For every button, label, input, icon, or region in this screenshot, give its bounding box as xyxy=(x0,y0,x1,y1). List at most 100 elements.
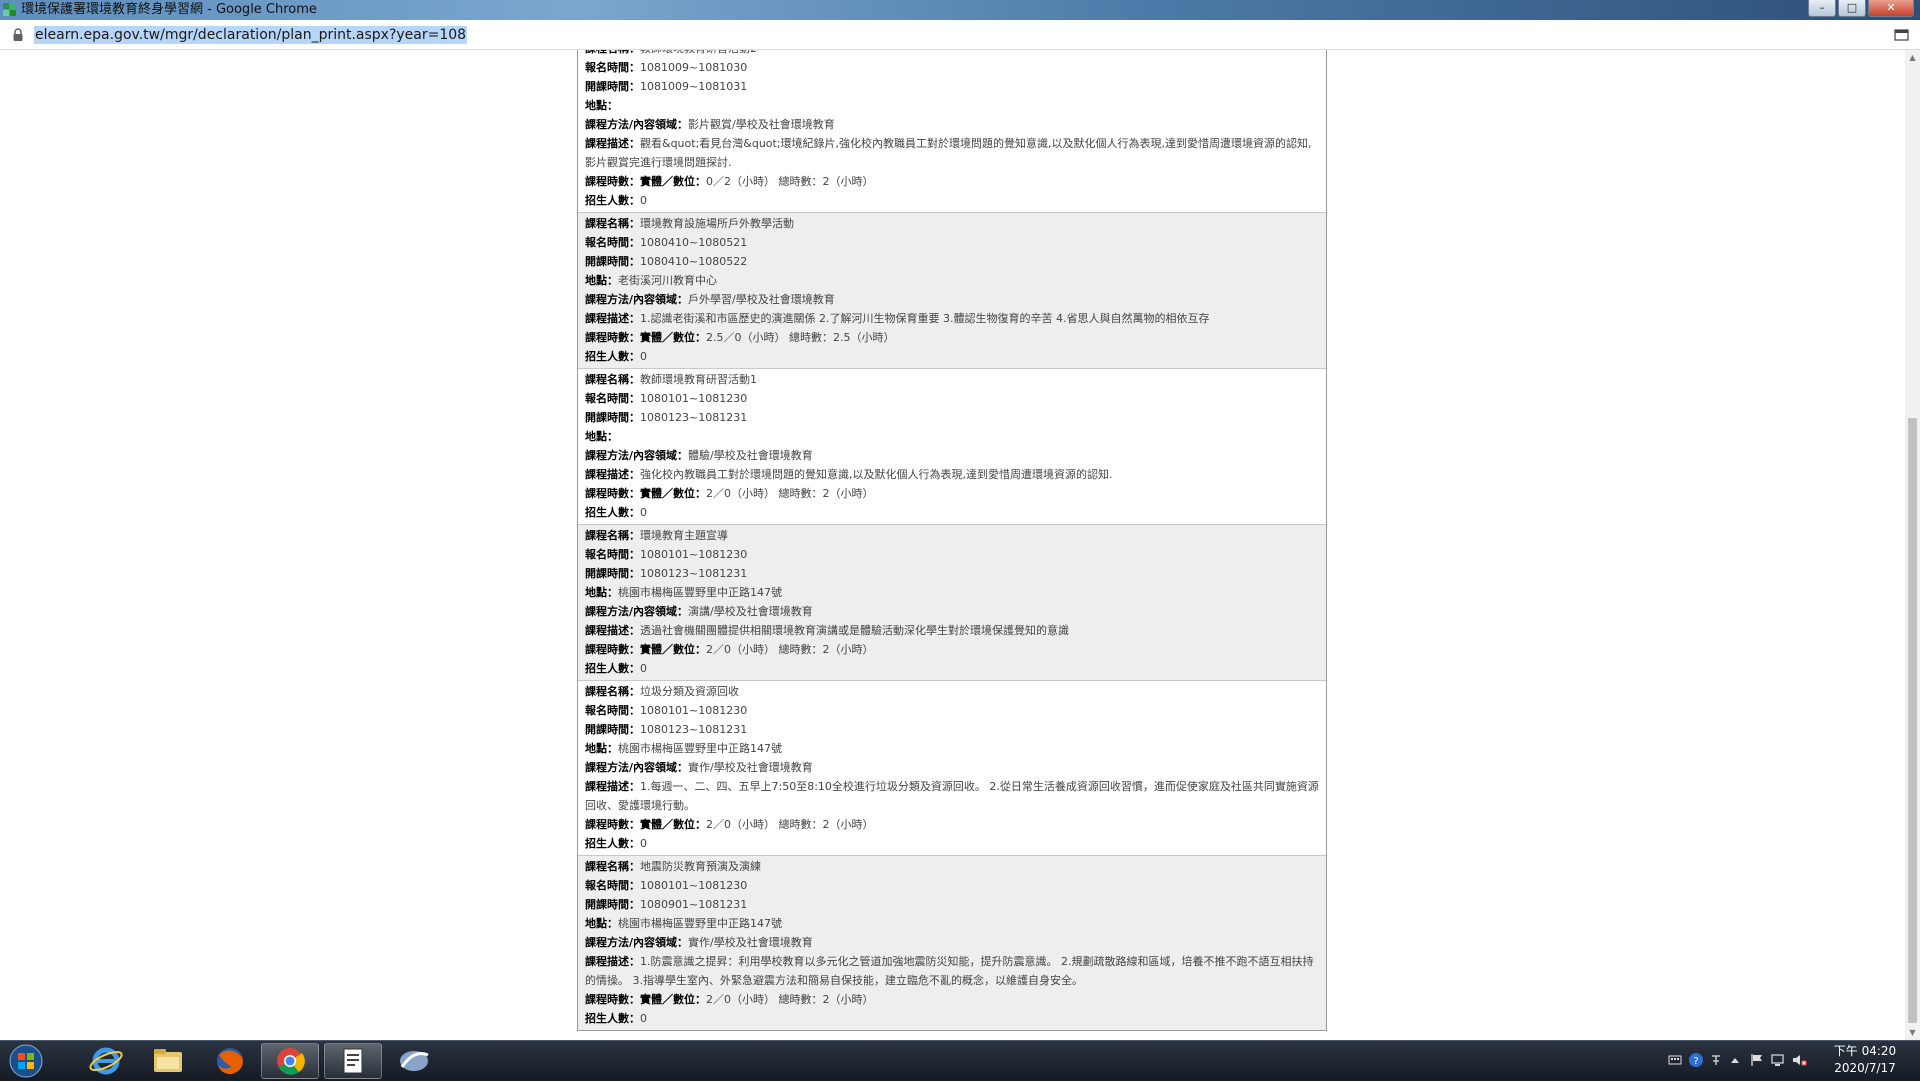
field-course-name: 課程名稱：環境教育設施場所戶外教學活動 xyxy=(585,214,1320,233)
lock-icon[interactable] xyxy=(12,28,24,42)
field-label: 課程時數：實體／數位： xyxy=(585,331,706,344)
action-center-flag-icon[interactable] xyxy=(1750,1053,1764,1067)
field-enrollment: 招生人數：0 xyxy=(585,834,1320,853)
url-input[interactable]: elearn.epa.gov.tw/mgr/declaration/plan_p… xyxy=(34,26,468,44)
field-method-domain: 課程方法/內容領域：體驗/學校及社會環境教育 xyxy=(585,446,1320,465)
file-explorer-icon[interactable] xyxy=(140,1043,196,1079)
field-hours: 課程時數：實體／數位：2／0（小時） 總時數：2（小時） xyxy=(585,990,1320,1009)
field-label: 報名時間： xyxy=(585,61,640,74)
field-description: 課程描述：1.防震意識之提昇：利用學校教育以多元化之管道加強地震防災知能，提升防… xyxy=(585,952,1320,990)
field-label: 課程時數：實體／數位： xyxy=(585,993,706,1006)
course-record: 課程名稱：教師環境教育研習活動2報名時間：1081009~1081030開課時間… xyxy=(578,50,1326,213)
field-label: 地點： xyxy=(585,99,618,112)
field-course-name: 課程名稱：教師環境教育研習活動2 xyxy=(585,50,1320,58)
keyboard-icon[interactable] xyxy=(1668,1053,1682,1067)
field-label: 課程名稱： xyxy=(585,529,640,542)
scrollbar-thumb[interactable] xyxy=(1908,418,1917,1023)
field-signup-period: 報名時間：1080101~1081230 xyxy=(585,876,1320,895)
field-value: 2／0（小時） 總時數：2（小時） xyxy=(706,643,874,656)
field-open-period: 開課時間：1080123~1081231 xyxy=(585,408,1320,427)
taskbar: ? 下午 04:20 2020/7/17 xyxy=(0,1040,1920,1081)
field-label: 地點： xyxy=(585,742,618,755)
field-label: 報名時間： xyxy=(585,548,640,561)
field-value: 0 xyxy=(640,662,647,675)
field-location: 地點： xyxy=(585,427,1320,446)
field-value: 1081009~1081030 xyxy=(640,61,748,74)
field-enrollment: 招生人數：0 xyxy=(585,191,1320,210)
field-value: 1080101~1081230 xyxy=(640,879,748,892)
field-label: 課程描述： xyxy=(585,624,640,637)
field-value: 1080410~1080522 xyxy=(640,255,748,268)
minimize-button[interactable]: – xyxy=(1808,0,1836,17)
help-icon[interactable]: ? xyxy=(1688,1052,1704,1068)
field-label: 課程名稱： xyxy=(585,217,640,230)
field-enrollment: 招生人數：0 xyxy=(585,347,1320,366)
internet-explorer-icon[interactable] xyxy=(78,1043,134,1079)
page-content[interactable]: 課程名稱：教師環境教育研習活動2報名時間：1081009~1081030開課時間… xyxy=(0,50,1905,1040)
field-enrollment: 招生人數：0 xyxy=(585,659,1320,678)
field-value: 老街溪河川教育中心 xyxy=(618,274,717,287)
window-titlebar[interactable]: 環境保護署環境教育終身學習網 - Google Chrome – □ ✕ xyxy=(0,0,1920,20)
field-label: 地點： xyxy=(585,586,618,599)
volume-muted-icon[interactable] xyxy=(1792,1053,1808,1067)
field-value: 2.5／0（小時） 總時數：2.5（小時） xyxy=(706,331,895,344)
ime-icon[interactable] xyxy=(1710,1053,1722,1067)
firefox-icon[interactable] xyxy=(202,1043,258,1079)
field-value: 0 xyxy=(640,194,647,207)
document-icon xyxy=(343,1048,363,1074)
field-enrollment: 招生人數：0 xyxy=(585,503,1320,522)
address-bar: elearn.epa.gov.tw/mgr/declaration/plan_p… xyxy=(0,20,1920,50)
field-value: 1080123~1081231 xyxy=(640,723,748,736)
field-course-name: 課程名稱：地震防災教育預演及演練 xyxy=(585,857,1320,876)
field-location: 地點：老街溪河川教育中心 xyxy=(585,271,1320,290)
field-value: 1081009~1081031 xyxy=(640,80,748,93)
field-label: 地點： xyxy=(585,274,618,287)
field-value: 觀看&quot;看見台灣&quot;環境紀錄片,強化校內教職員工對於環境問題的覺… xyxy=(585,137,1312,169)
field-hours: 課程時數：實體／數位：2／0（小時） 總時數：2（小時） xyxy=(585,815,1320,834)
field-value: 2／0（小時） 總時數：2（小時） xyxy=(706,818,874,831)
field-value: 教師環境教育研習活動2 xyxy=(640,50,757,55)
vertical-scrollbar[interactable]: ▲ ▼ xyxy=(1905,50,1920,1040)
field-method-domain: 課程方法/內容領域：實作/學校及社會環境教育 xyxy=(585,758,1320,777)
field-label: 招生人數： xyxy=(585,1012,640,1025)
field-label: 課程描述： xyxy=(585,312,640,325)
field-label: 招生人數： xyxy=(585,350,640,363)
start-button-icon[interactable] xyxy=(6,1043,46,1079)
field-label: 課程方法/內容領域： xyxy=(585,293,689,306)
field-value: 0／2（小時） 總時數：2（小時） xyxy=(706,175,874,188)
field-label: 課程方法/內容領域： xyxy=(585,118,689,131)
system-tray: ? xyxy=(1664,1041,1814,1081)
scroll-up-icon[interactable]: ▲ xyxy=(1905,50,1920,65)
field-value: 1.防震意識之提昇：利用學校教育以多元化之管道加強地震防災知能，提升防震意識。 … xyxy=(585,955,1314,987)
field-label: 報名時間： xyxy=(585,392,640,405)
field-value: 戶外學習/學校及社會環境教育 xyxy=(688,293,835,306)
remote-app-icon[interactable] xyxy=(386,1043,442,1079)
field-label: 課程描述： xyxy=(585,468,640,481)
scroll-down-icon[interactable]: ▼ xyxy=(1905,1025,1920,1040)
tab-search-icon[interactable] xyxy=(1894,28,1910,42)
field-value: 地震防災教育預演及演練 xyxy=(640,860,761,873)
field-description: 課程描述：透過社會機關團體提供相關環境教育演講或是體驗活動深化學生對於環境保護覺… xyxy=(585,621,1320,640)
field-value: 垃圾分類及資源回收 xyxy=(640,685,739,698)
field-value: 桃園市楊梅區豐野里中正路147號 xyxy=(618,917,782,930)
field-label: 課程方法/內容領域： xyxy=(585,936,689,949)
system-clock[interactable]: 下午 04:20 2020/7/17 xyxy=(1820,1043,1910,1077)
network-icon[interactable] xyxy=(1770,1053,1786,1067)
show-hidden-icons-icon[interactable] xyxy=(1730,1056,1740,1064)
course-record: 課程名稱：地震防災教育預演及演練 報名時間：1080101~1081230 開課時間… xyxy=(578,856,1326,1030)
field-signup-period: 報名時間：1080101~1081230 xyxy=(585,701,1320,720)
taskbar-document-button[interactable] xyxy=(324,1043,382,1079)
field-value: 實作/學校及社會環境教育 xyxy=(688,936,813,949)
close-button[interactable]: ✕ xyxy=(1868,0,1914,17)
field-label: 招生人數： xyxy=(585,662,640,675)
field-value: 1080123~1081231 xyxy=(640,411,748,424)
field-label: 課程時數：實體／數位： xyxy=(585,175,706,188)
maximize-button[interactable]: □ xyxy=(1838,0,1866,17)
course-record: 課程名稱：教師環境教育研習活動1 報名時間：1080101~1081230 開課時間… xyxy=(578,369,1326,525)
field-hours: 課程時數：實體／數位：0／2（小時） 總時數：2（小時） xyxy=(585,172,1320,191)
field-signup-period: 報名時間：1080101~1081230 xyxy=(585,389,1320,408)
field-method-domain: 課程方法/內容領域：影片觀賞/學校及社會環境教育 xyxy=(585,115,1320,134)
field-label: 課程方法/內容領域： xyxy=(585,605,689,618)
field-value: 0 xyxy=(640,506,647,519)
taskbar-chrome-button[interactable] xyxy=(261,1043,319,1079)
